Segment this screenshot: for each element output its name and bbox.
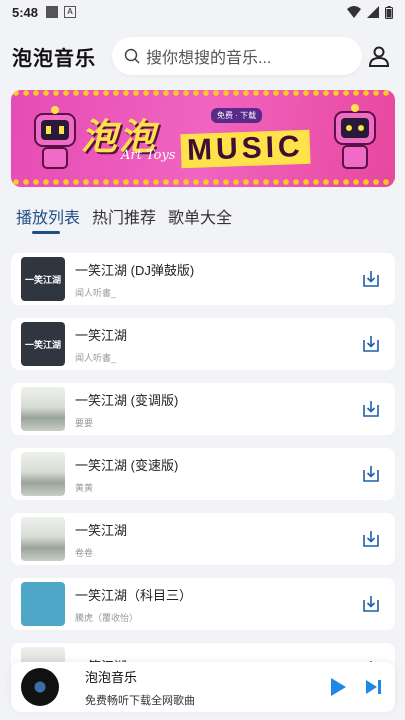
song-cover: [21, 452, 65, 496]
download-icon[interactable]: [361, 334, 381, 354]
next-button[interactable]: [363, 676, 385, 698]
banner-music: MUSIC: [180, 129, 311, 169]
song-title: 一笑江湖 (变调版): [75, 392, 179, 408]
song-cover: 一笑江湖: [21, 257, 65, 301]
tab-playlist[interactable]: 播放列表: [16, 204, 80, 234]
album-disc: [21, 668, 59, 706]
download-icon[interactable]: [361, 399, 381, 419]
song-artist: 黄黄: [75, 482, 94, 493]
robot-left-icon: [34, 106, 76, 169]
song-artist: 卷卷: [75, 547, 94, 558]
song-title: 一笑江湖（科目三）: [75, 587, 193, 603]
search-icon: [124, 48, 140, 64]
player-title: 泡泡音乐: [85, 669, 138, 685]
app-header: 泡泡音乐 搜你想搜的音乐...: [0, 34, 405, 78]
song-list-item[interactable]: 一笑江湖 一笑江湖 (DJ弹鼓版) 闻人听書_: [11, 253, 395, 305]
tab-songlists[interactable]: 歌单大全: [168, 204, 232, 234]
player-subtitle: 免费畅听下载全网歌曲: [85, 694, 195, 707]
song-artist: 要要: [75, 417, 94, 428]
download-icon[interactable]: [361, 594, 381, 614]
app-title: 泡泡音乐: [12, 47, 96, 70]
download-icon[interactable]: [361, 269, 381, 289]
banner-dots: [11, 175, 395, 187]
song-title: 一笑江湖 (DJ弹鼓版): [75, 262, 195, 278]
mini-player[interactable]: 泡泡音乐 免费畅听下载全网歌曲: [11, 662, 395, 712]
user-icon: [368, 46, 390, 67]
banner-subtitle: Art Toys: [121, 148, 176, 163]
song-cover: [21, 387, 65, 431]
status-time: 5:48: [12, 4, 39, 20]
song-list-item[interactable]: 一笑江湖 卷卷: [11, 513, 395, 565]
banner-dots-top: [11, 90, 395, 98]
song-title: 一笑江湖: [75, 327, 128, 343]
signal-icon: [367, 6, 379, 18]
status-bar: 5:48 A: [0, 0, 405, 24]
song-list-item[interactable]: 一笑江湖（科目三） 騰虎（覆收怡）: [11, 578, 395, 630]
battery-icon: [385, 5, 393, 19]
user-profile-button[interactable]: [365, 42, 393, 70]
search-bar[interactable]: 搜你想搜的音乐...: [112, 37, 362, 75]
song-cover: [21, 517, 65, 561]
wifi-icon: [347, 6, 361, 18]
song-title: 一笑江湖 (变速版): [75, 457, 179, 473]
tab-bar: 播放列表 热门推荐 歌单大全: [16, 204, 232, 234]
banner-pill: 免费 · 下载: [211, 108, 263, 123]
song-title: 一笑江湖: [75, 522, 128, 538]
song-artist: 闻人听書_: [75, 287, 117, 298]
promo-banner[interactable]: 泡泡 MUSIC Art Toys 免费 · 下载: [11, 90, 395, 187]
search-placeholder[interactable]: 搜你想搜的音乐...: [146, 44, 271, 68]
play-icon: [331, 678, 346, 696]
play-button[interactable]: [327, 676, 349, 698]
robot-right-icon: [334, 104, 376, 169]
song-artist: 騰虎（覆收怡）: [75, 612, 139, 623]
tab-hot[interactable]: 热门推荐: [92, 204, 156, 234]
song-cover: [21, 582, 65, 626]
notification-icon: [46, 6, 59, 18]
song-list-item[interactable]: 一笑江湖 (变调版) 要要: [11, 383, 395, 435]
song-artist: 闻人听書_: [75, 352, 117, 363]
song-list-item[interactable]: 一笑江湖 (变速版) 黄黄: [11, 448, 395, 500]
download-icon[interactable]: [361, 529, 381, 549]
download-icon[interactable]: [361, 464, 381, 484]
a-notification-icon: A: [64, 6, 77, 18]
next-icon: [366, 680, 381, 694]
song-list-item[interactable]: 一笑江湖 一笑江湖 闻人听書_: [11, 318, 395, 370]
song-cover: 一笑江湖: [21, 322, 65, 366]
